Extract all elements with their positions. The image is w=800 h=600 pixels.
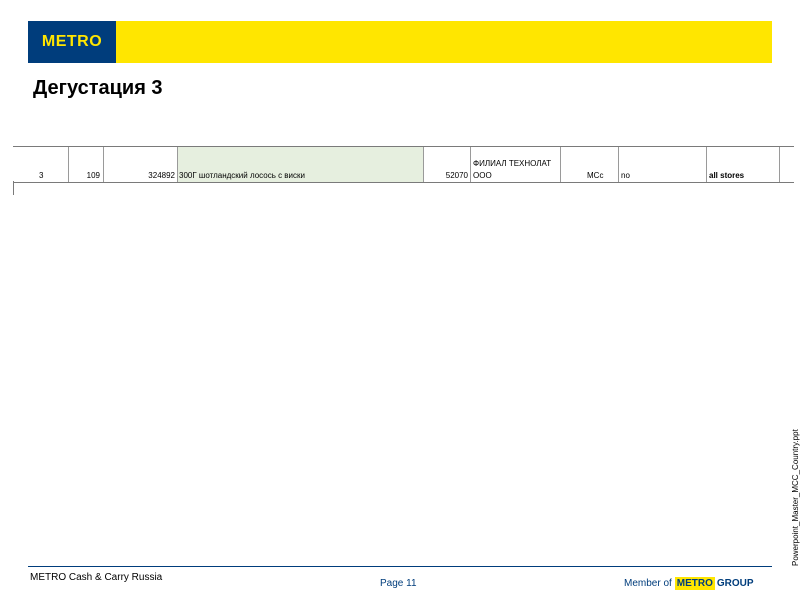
cell-supplier-line2: ООО [473, 171, 492, 180]
cell-format: MCc [561, 147, 619, 182]
table-row: 3 109 324892 300Г шотландский лосось с в… [13, 146, 794, 183]
cell-article: 324892 [104, 147, 178, 182]
metro-logo-text: METRO [41, 33, 103, 50]
cell-dept-text: 109 [86, 171, 100, 180]
metro-group-logo: METRO GROUP [674, 577, 754, 590]
cell-num-text: 3 [39, 171, 44, 180]
cell-stores: all stores [707, 147, 780, 182]
file-name-note: Powerpoint_Master_MCC_Country.ppt [791, 429, 800, 566]
cell-supplier: ФИЛИАЛ ТЕХНОЛАТ ООО [471, 147, 561, 182]
cell-num: 3 [13, 147, 69, 182]
header-band: METRO [28, 21, 772, 63]
metro-group-logo-group: GROUP [716, 578, 754, 589]
spreadsheet-excerpt: 3 109 324892 300Г шотландский лосось с в… [13, 146, 795, 196]
cell-description-text: 300Г шотландский лосось с виски [179, 171, 305, 180]
cell-flag: no [619, 147, 707, 182]
cell-article-text: 324892 [148, 171, 175, 180]
footer-member-label: Member of [624, 578, 672, 589]
cell-supplier-line1: ФИЛИАЛ ТЕХНОЛАТ [473, 159, 552, 168]
cell-flag-text: no [621, 171, 630, 180]
footer-divider [28, 566, 772, 567]
cell-description: 300Г шотландский лосось с виски [178, 147, 424, 182]
cell-supplier-code: 52070 [424, 147, 471, 182]
sheet-edge [13, 181, 14, 195]
cell-format-text: MCc [587, 171, 604, 180]
cell-dept: 109 [69, 147, 104, 182]
page-title: Дегустация 3 [33, 77, 163, 99]
footer-member: Member of METRO GROUP [624, 577, 754, 590]
footer-page-number: Page 11 [380, 578, 417, 589]
cell-stores-text: all stores [709, 171, 745, 180]
metro-group-logo-metro: METRO [674, 577, 715, 590]
metro-logo: METRO [28, 21, 116, 63]
footer-company: METRO Cash & Carry Russia [30, 572, 163, 583]
cell-supplier-code-text: 52070 [445, 171, 468, 180]
